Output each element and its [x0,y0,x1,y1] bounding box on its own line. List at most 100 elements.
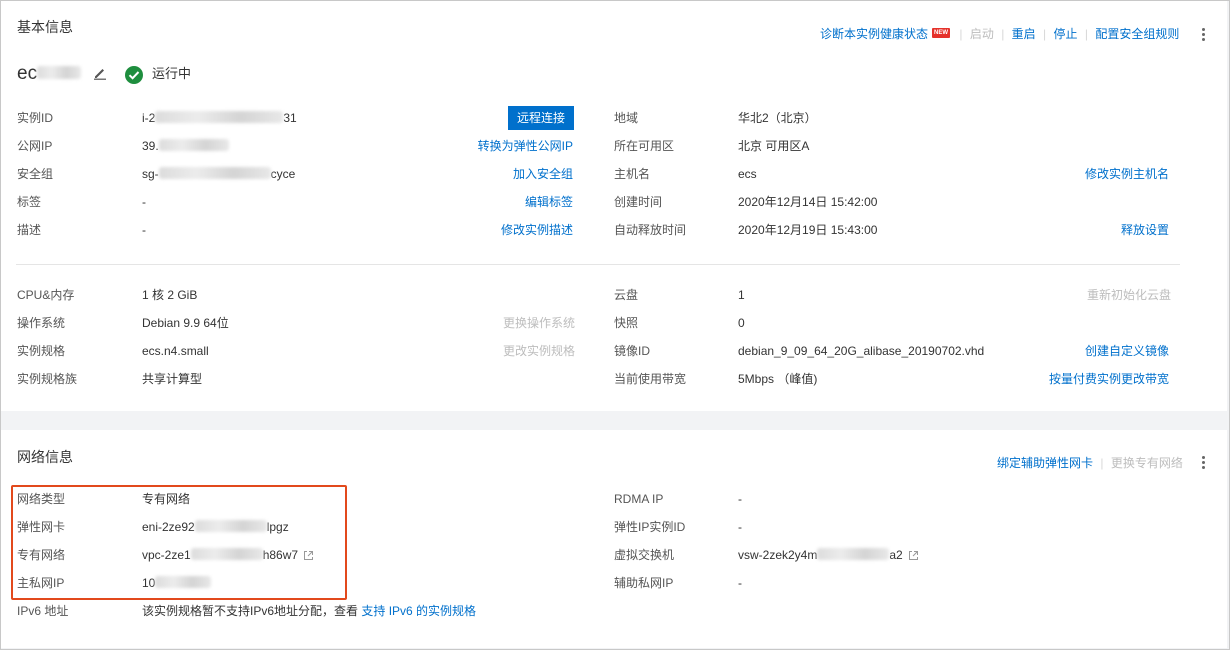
reinit-disk-link[interactable]: 重新初始化云盘 [1087,287,1171,303]
redacted-ip [158,139,229,151]
redacted-name [37,66,82,79]
zone-value: 北京 可用区A [738,139,810,153]
zone-label: 所在可用区 [614,139,675,153]
release-settings-link[interactable]: 释放设置 [1121,222,1169,238]
more-icon[interactable] [1202,28,1206,43]
separator: | [1001,27,1005,41]
edit-icon[interactable] [93,66,107,80]
secondary-ip-label: 辅助私网IP [614,576,674,590]
security-group-value: sg-cyce [142,167,296,181]
eip-id-label: 弹性IP实例ID [614,520,686,534]
basic-actions: 诊断本实例健康状态 NEW | 启动 | 重启 | 停止 | 配置安全组规则 [820,26,1179,42]
change-vpc-link[interactable]: 更换专有网络 [1111,456,1183,470]
image-value: debian_9_09_64_20G_alibase_20190702.vhd [738,344,985,358]
security-group-label: 安全组 [17,167,54,181]
eni-label: 弹性网卡 [17,520,66,534]
bandwidth-label: 当前使用带宽 [614,372,687,386]
config-security-group-link[interactable]: 配置安全组规则 [1095,27,1179,41]
auto-release-value: 2020年12月19日 15:43:00 [738,223,878,237]
cpu-mem-label: CPU&内存 [17,288,75,302]
external-link-icon[interactable] [908,550,919,561]
region-value: 华北2（北京） [738,111,817,125]
redacted-id [155,111,284,123]
ipv6-label: IPv6 地址 [17,604,69,618]
created-label: 创建时间 [614,195,663,209]
join-security-group-link[interactable]: 加入安全组 [513,166,573,182]
separator: | [1043,27,1047,41]
network-info-title: 网络信息 [17,449,73,465]
eip-id-value: - [738,520,742,534]
redacted-eni [194,520,267,532]
vswitch-label: 虚拟交换机 [614,548,675,562]
instance-name-prefix: ec [17,63,38,84]
eni-value: eni-2ze92 lpgz [142,520,289,534]
instance-id-label: 实例ID [17,111,54,125]
vpc-value: vpc-2ze1 h86w7 [142,547,314,563]
rdma-label: RDMA IP [614,492,664,506]
snapshot-value: 0 [738,316,745,330]
redacted-vpc [190,548,263,560]
bandwidth-value: 5Mbps （峰值) [738,372,818,386]
net-type-value: 专有网络 [142,492,191,506]
change-os-link[interactable]: 更换操作系统 [503,315,575,331]
change-spec-link[interactable]: 更改实例规格 [503,343,575,359]
tags-label: 标签 [17,195,42,209]
created-value: 2020年12月14日 15:42:00 [738,195,878,209]
edit-tags-link[interactable]: 编辑标签 [525,194,573,210]
disk-value: 1 [738,288,745,302]
network-more-icon[interactable] [1202,456,1206,471]
edit-description-link[interactable]: 修改实例描述 [501,222,573,238]
stop-link[interactable]: 停止 [1053,27,1077,41]
public-ip-label: 公网IP [17,139,53,153]
remote-connect-button[interactable]: 远程连接 [508,106,574,130]
image-label: 镜像ID [614,344,651,358]
os-label: 操作系统 [17,316,66,330]
basic-info-title: 基本信息 [17,19,73,35]
private-ip-value: 10 [142,575,212,591]
disk-label: 云盘 [614,288,639,302]
redacted-vswitch [817,548,890,560]
bind-eni-link[interactable]: 绑定辅助弹性网卡 [997,456,1093,470]
convert-eip-link[interactable]: 转换为弹性公网IP [478,138,573,154]
status-text: 运行中 [152,66,192,81]
public-ip-value: 39. [142,138,229,154]
start-link[interactable]: 启动 [970,27,994,41]
separator: | [1100,456,1104,470]
description-label: 描述 [17,223,42,237]
new-badge: NEW [932,28,951,38]
family-label: 实例规格族 [17,372,78,386]
vpc-label: 专有网络 [17,548,66,562]
edit-hostname-link[interactable]: 修改实例主机名 [1085,166,1169,182]
description-value: - [142,223,146,237]
redacted-private-ip [155,576,212,588]
vswitch-value: vsw-2zek2y4m a2 [738,547,919,563]
os-value: Debian 9.9 64位 [142,316,229,330]
spec-value: ecs.n4.small [142,344,209,358]
separator: | [959,27,963,41]
hostname-value: ecs [738,167,757,181]
instance-id-value: i-2 31 [142,111,297,125]
cpu-mem-value: 1 核 2 GiB [142,288,198,302]
external-link-icon[interactable] [303,550,314,561]
secondary-ip-value: - [738,576,742,590]
tags-value: - [142,195,146,209]
ipv6-value: 该实例规格暂不支持IPv6地址分配，查看 支持 IPv6 的实例规格 [142,603,476,619]
section-divider [16,264,1180,265]
change-bandwidth-link[interactable]: 按量付费实例更改带宽 [1049,371,1169,387]
rdma-value: - [738,492,742,506]
private-ip-label: 主私网IP [17,576,65,590]
vpc-prefix[interactable]: vpc-2ze1 [142,548,191,562]
region-label: 地域 [614,111,639,125]
ipv6-text: 该实例规格暂不支持IPv6地址分配，查看 [142,604,359,618]
running-status-icon [125,66,143,84]
hostname-label: 主机名 [614,167,651,181]
net-type-label: 网络类型 [17,492,66,506]
redacted-sg [158,167,271,179]
restart-link[interactable]: 重启 [1012,27,1036,41]
snapshot-label: 快照 [614,316,639,330]
ipv6-spec-link[interactable]: 支持 IPv6 的实例规格 [361,604,476,618]
create-image-link[interactable]: 创建自定义镜像 [1085,343,1169,359]
separator: | [1084,27,1088,41]
diagnose-link[interactable]: 诊断本实例健康状态 [820,27,928,41]
spec-label: 实例规格 [17,344,66,358]
